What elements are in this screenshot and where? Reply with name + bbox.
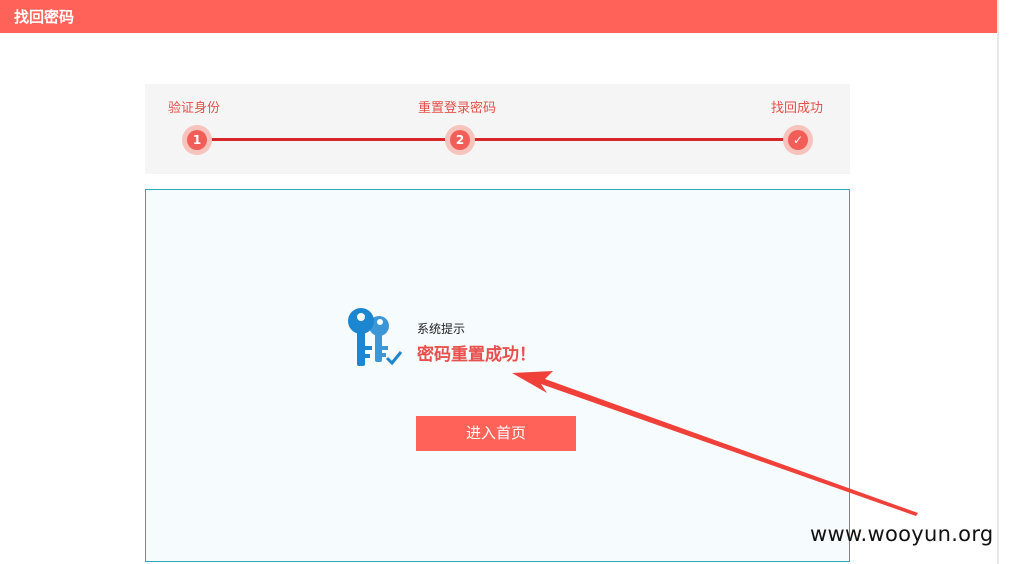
go-home-button[interactable]: 进入首页 <box>416 416 576 451</box>
step-2-marker: 2 <box>445 125 475 155</box>
key-icon <box>348 308 403 366</box>
step-3-label: 找回成功 <box>771 101 824 116</box>
progress-steps: 验证身份 重置登录密码 找回成功 1 2 ✓ <box>145 84 850 174</box>
step-2-label: 重置登录密码 <box>418 101 497 116</box>
step-1-number: 1 <box>187 130 207 150</box>
step-3-marker: ✓ <box>783 125 813 155</box>
check-icon <box>385 351 403 366</box>
progress-line-2 <box>474 138 784 141</box>
progress-line-1 <box>211 138 445 141</box>
step-2-number: 2 <box>450 130 470 150</box>
step-1-marker: 1 <box>182 125 212 155</box>
header-bar: 找回密码 <box>0 0 997 33</box>
system-prompt-label: 系统提示 <box>417 322 466 336</box>
check-icon: ✓ <box>788 130 808 150</box>
result-panel: 系统提示 密码重置成功！ 进入首页 <box>145 189 850 562</box>
page-title: 找回密码 <box>14 8 75 26</box>
success-message: 密码重置成功！ <box>417 345 536 365</box>
scrollbar-edge <box>997 0 999 564</box>
step-1-label: 验证身份 <box>168 101 221 116</box>
watermark: www.wooyun.org <box>810 522 994 546</box>
